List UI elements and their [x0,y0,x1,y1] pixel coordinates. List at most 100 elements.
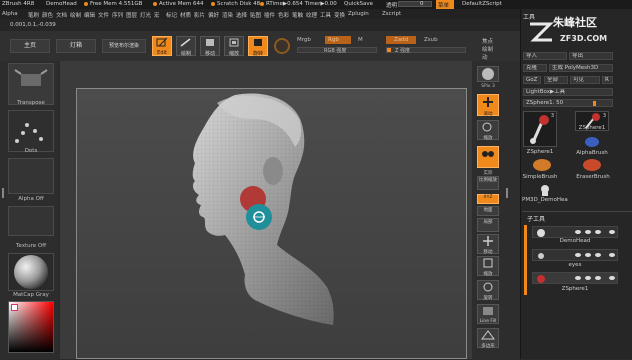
menu-toggle-button[interactable]: 菜单 [436,0,454,9]
import-button[interactable]: 导入 [523,52,567,60]
menu-item[interactable]: 编辑 [84,11,95,19]
subtool-row-selected[interactable] [532,272,618,284]
texture-thumbnail[interactable] [8,206,54,236]
zadd-toggle[interactable]: Zadd [386,36,416,44]
menu-item[interactable]: 材质 [180,11,191,19]
brush-thumbnail[interactable] [8,63,54,105]
scale-button[interactable]: 缩放 [224,36,244,57]
menu-item[interactable]: 图层 [126,11,137,19]
clone-button[interactable]: 克隆 [523,64,547,72]
floor-button[interactable]: 地面 [477,206,499,216]
document-canvas[interactable] [76,88,467,359]
edit-button[interactable]: Edit [152,36,172,56]
goz-r-button[interactable]: R [602,76,613,84]
menu-item[interactable]: Zplugin [348,11,369,17]
menu-item[interactable]: 文件 [98,11,109,19]
rgb-toggle[interactable]: Rgb [325,36,351,44]
goz-visible-button[interactable]: 可见 [570,76,600,84]
subtool-scrollbar[interactable] [524,225,527,295]
goz-all-button[interactable]: 全部 [544,76,568,84]
bpr-button[interactable] [477,66,499,82]
menu-item[interactable]: 选择 [236,11,247,19]
menu-item[interactable]: 颜色 [42,11,53,19]
line-fill-button[interactable]: Line Fill [477,304,499,324]
material-thumbnail[interactable] [8,253,54,291]
menu-item[interactable]: 渲染 [222,11,233,19]
alphabrush-tile[interactable] [580,135,604,149]
rotate-view-button[interactable]: 旋转 [477,280,499,301]
menu-item[interactable]: 影片 [194,11,205,19]
rotate-button[interactable]: 旋转 [248,36,268,57]
move-button[interactable]: 移动 [200,36,220,57]
tool-tile-zsphere-active[interactable]: 3 [523,111,557,147]
local-button[interactable]: 局部 [477,218,499,232]
eye-icon[interactable] [575,230,581,234]
menu-item[interactable]: 宏 [154,11,160,19]
visibility-eye-icon[interactable] [609,253,615,257]
scale-view-button[interactable]: 缩放 [477,256,499,277]
menu-item[interactable]: Alpha [2,11,18,17]
demo-head-model[interactable] [77,89,466,358]
export-button[interactable]: 导出 [569,52,613,60]
menu-item[interactable]: 插件 [264,11,275,19]
goz-button[interactable]: GoZ [523,76,541,84]
scroll-button[interactable]: 滚动 [477,94,499,117]
make-polymesh-button[interactable]: 生成 PolyMesh3D [549,64,613,72]
eye-icon[interactable] [575,276,581,280]
simplebrush-tile[interactable] [530,157,554,173]
eye-icon[interactable] [585,276,591,280]
menu-item[interactable]: 序列 [112,11,123,19]
subtool-row[interactable] [532,226,618,238]
menu-item[interactable]: 偏好 [208,11,219,19]
actual-button[interactable] [477,146,499,168]
menu-item[interactable]: 变换 [334,11,345,19]
draw-button[interactable]: 绘制 [176,36,196,57]
menu-item[interactable]: 绘制 [70,11,81,19]
polyframe-button[interactable]: 多边形 [477,328,499,349]
eye-icon[interactable] [595,253,601,257]
lightbox-tools-button[interactable]: LightBox▶工具 [523,88,613,96]
menu-item[interactable]: 笔刷 [28,11,39,19]
zoom-button[interactable]: 缩放 [477,120,499,141]
menu-item[interactable]: 贴图 [250,11,261,19]
lightbox-button[interactable]: 灯箱 [56,39,96,53]
quicksave-button[interactable]: QuickSave [344,1,373,7]
default-zscript[interactable]: DefaultZScript [462,1,502,7]
rgb-intensity-slider[interactable]: RGB 强度 [297,47,377,54]
subtool-title[interactable]: 子工具 [527,214,545,223]
eye-icon[interactable] [585,230,591,234]
eye-icon[interactable] [595,276,601,280]
visibility-eye-icon[interactable] [609,276,615,280]
frame-button[interactable]: 比例缩放 [477,176,499,190]
menu-item[interactable]: 色彩 [278,11,289,19]
color-picker[interactable] [8,301,54,353]
alpha-thumbnail[interactable] [8,158,54,194]
sculpt-mode-icon[interactable] [274,38,290,54]
eye-icon[interactable] [575,253,581,257]
current-tool-slider-handle[interactable] [593,101,596,106]
m-toggle[interactable]: M [358,37,363,43]
eye-icon[interactable] [595,230,601,234]
menu-item[interactable]: 工具 [320,11,331,19]
persp-button[interactable]: XYZ [477,194,499,204]
subtool-row[interactable] [532,249,618,261]
menu-item[interactable]: 标记 [166,11,177,19]
menu-item[interactable]: 灯光 [140,11,151,19]
current-tool-slider[interactable]: ZSphere1. 50 [523,99,613,107]
zsub-toggle[interactable]: Zsub [424,37,438,43]
menu-item[interactable]: 笔触 [292,11,303,19]
eraserbrush-tile[interactable] [580,157,604,173]
transparency-slider[interactable] [398,1,432,7]
visibility-eye-icon[interactable] [609,230,615,234]
menu-item[interactable]: Zscript [382,11,401,17]
menu-item[interactable]: 文档 [56,11,67,19]
left-tray-arrow-icon[interactable] [2,188,7,198]
eye-icon[interactable] [585,253,591,257]
home-button[interactable]: 主页 [10,39,50,53]
menu-item[interactable]: 纹理 [306,11,317,19]
right-tray-arrow-icon[interactable] [503,188,508,198]
stroke-thumbnail[interactable] [8,110,54,152]
mrgb-toggle[interactable]: Mrgb [297,37,311,43]
demohead-tile[interactable] [538,183,552,197]
z-intensity-slider[interactable]: Z 强度 [386,47,466,54]
